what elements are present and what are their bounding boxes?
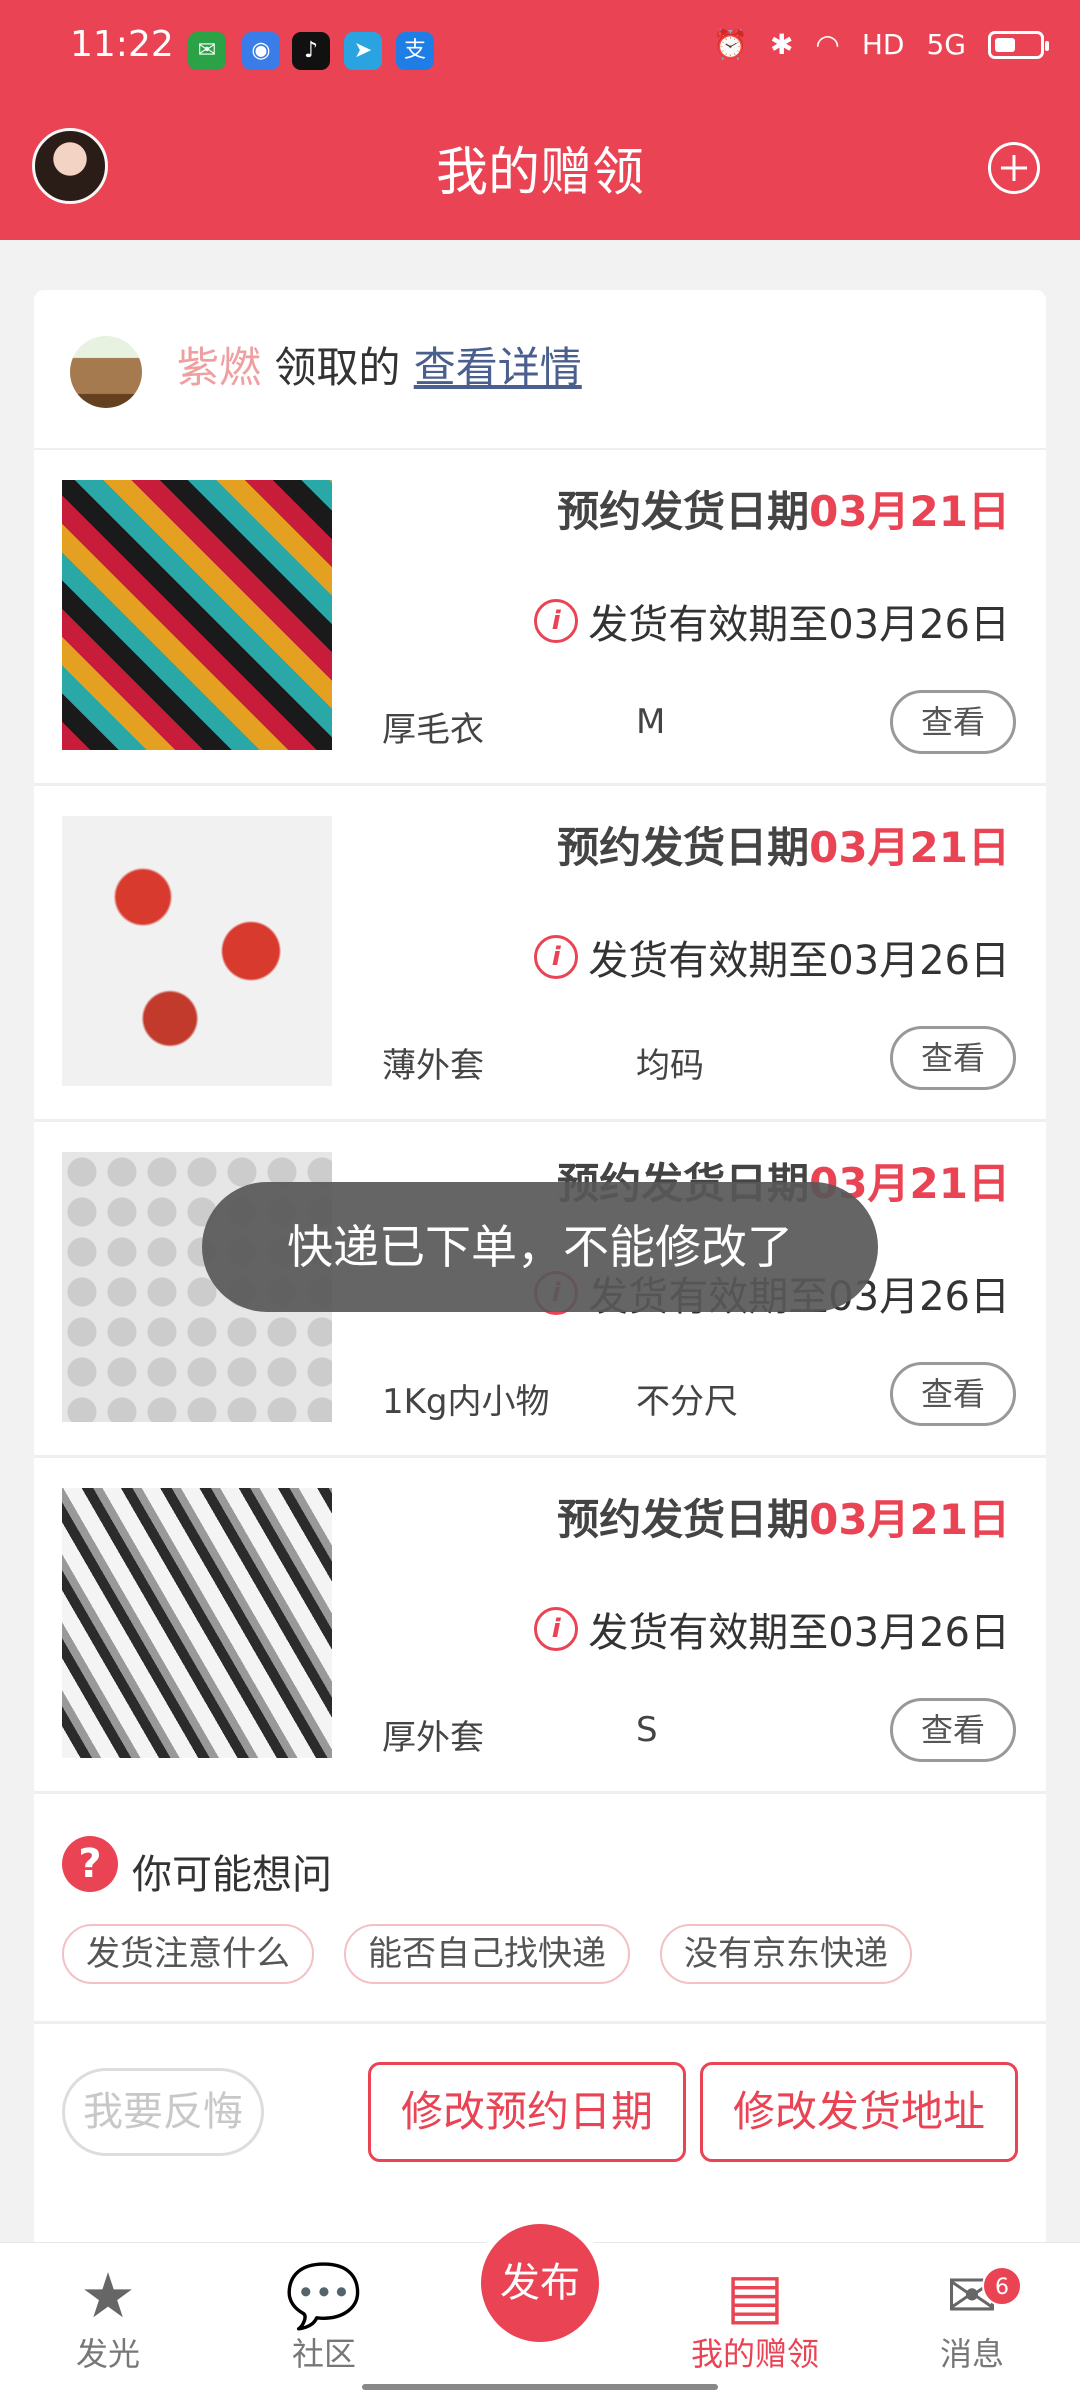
app-header: 11:22 ✉ ◉ ♪ ➤ 支 ⏰ ✱ ◠ HD 5G 我的赠领 — [0, 0, 1080, 240]
nav-label: 社区 — [291, 2335, 356, 2373]
ship-date-label: 预约发货日期 — [557, 823, 810, 872]
nav-item-faguang[interactable]: ★ 发光 — [18, 2263, 198, 2375]
giver-name[interactable]: 紫燃 — [177, 343, 261, 392]
faq-section: ? 你可能想问 发货注意什么 能否自己找快递 没有京东快递 — [34, 1794, 1046, 2024]
baidu-icon: ◉ — [242, 32, 280, 70]
gift-item: 预约发货日期03月21日 i 发货有效期至03月26日 厚毛衣 M 查看 — [34, 450, 1046, 786]
faq-tag[interactable]: 能否自己找快递 — [344, 1924, 630, 1984]
valid-until-line: i 发货有效期至03月26日 — [534, 592, 1010, 650]
valid-until-text: 发货有效期至03月26日 — [588, 1610, 1010, 1656]
giver-avatar[interactable] — [70, 336, 142, 408]
home-indicator[interactable] — [362, 2384, 718, 2390]
item-name: 1Kg内小物 — [382, 1382, 550, 1422]
item-name: 厚毛衣 — [382, 710, 484, 750]
info-icon: i — [534, 935, 579, 979]
item-size: 均码 — [636, 1046, 704, 1086]
nav-item-community[interactable]: 💬 社区 — [234, 2263, 414, 2375]
tiktok-icon: ♪ — [292, 32, 330, 70]
toast-message: 快递已下单，不能修改了 — [202, 1182, 878, 1312]
item-photo[interactable] — [62, 816, 332, 1086]
item-name: 薄外套 — [382, 1046, 484, 1086]
regret-button[interactable]: 我要反悔 — [62, 2068, 264, 2156]
ship-date-label: 预约发货日期 — [557, 1495, 810, 1544]
faq-tag[interactable]: 没有京东快递 — [660, 1924, 912, 1984]
view-button[interactable]: 查看 — [890, 690, 1016, 754]
chat-icon: 💬 — [285, 2259, 363, 2332]
mail-icon: ✉ — [946, 2259, 998, 2332]
nav-item-my-gifts[interactable]: ▤ 我的赠领 — [665, 2263, 845, 2375]
telegram-icon: ➤ — [344, 32, 382, 70]
status-icons: ⏰ ✱ ◠ HD 5G — [713, 28, 1049, 61]
valid-until-text: 发货有效期至03月26日 — [588, 602, 1010, 648]
page-title: 我的赠领 — [435, 143, 644, 203]
ship-date-value: 03月21日 — [809, 823, 1010, 872]
valid-until-line: i 发货有效期至03月26日 — [534, 1600, 1010, 1658]
item-size: S — [636, 1710, 658, 1750]
item-size: M — [636, 702, 666, 742]
add-button[interactable] — [988, 142, 1040, 194]
nav-label: 发光 — [75, 2335, 140, 2373]
valid-until-text: 发货有效期至03月26日 — [588, 938, 1010, 984]
info-icon: i — [534, 1607, 579, 1651]
status-time: 11:22 — [70, 24, 174, 65]
hd-icon: HD — [861, 28, 905, 61]
info-icon: i — [534, 599, 579, 643]
faq-title: 你可能想问 — [132, 1852, 332, 1898]
nav-label: 我的赠领 — [690, 2335, 819, 2373]
wifi-icon: ◠ — [815, 28, 840, 61]
view-button[interactable]: 查看 — [890, 1362, 1016, 1426]
gift-box-icon: ▤ — [725, 2259, 785, 2332]
publish-button[interactable]: 发布 — [481, 2224, 599, 2342]
item-name: 厚外套 — [382, 1718, 484, 1758]
action-bar: 我要反悔 修改预约日期 修改发货地址 — [34, 2024, 1046, 2189]
item-size: 不分尺 — [636, 1382, 738, 1422]
wechat-icon: ✉ — [188, 32, 226, 70]
faq-tag[interactable]: 发货注意什么 — [62, 1924, 314, 1984]
view-button[interactable]: 查看 — [890, 1026, 1016, 1090]
ship-date-line: 预约发货日期03月21日 — [557, 1486, 1010, 1547]
view-button[interactable]: 查看 — [890, 1698, 1016, 1762]
change-date-button[interactable]: 修改预约日期 — [368, 2062, 686, 2162]
question-icon: ? — [62, 1836, 118, 1892]
star-icon: ★ — [80, 2259, 136, 2332]
ship-date-line: 预约发货日期03月21日 — [557, 478, 1010, 539]
item-photo[interactable] — [62, 1488, 332, 1758]
ship-date-value: 03月21日 — [809, 1495, 1010, 1544]
5g-signal-icon: 5G — [926, 28, 966, 61]
card-header-text: 紫燃 领取的 查看详情 — [177, 334, 582, 395]
item-photo[interactable] — [62, 480, 332, 750]
giver-verb: 领取的 — [274, 343, 401, 392]
bluetooth-icon: ✱ — [769, 28, 794, 61]
nav-label: 消息 — [939, 2335, 1004, 2373]
nav-item-messages[interactable]: ✉ 消息 — [882, 2263, 1062, 2375]
message-badge: 6 — [982, 2266, 1022, 2306]
ship-date-line: 预约发货日期03月21日 — [557, 814, 1010, 875]
battery-icon — [988, 30, 1049, 59]
status-bar: 11:22 ✉ ◉ ♪ ➤ 支 ⏰ ✱ ◠ HD 5G — [0, 0, 1080, 96]
ship-date-value: 03月21日 — [809, 487, 1010, 536]
change-address-button[interactable]: 修改发货地址 — [700, 2062, 1018, 2162]
card-header: 紫燃 领取的 查看详情 — [34, 290, 1046, 450]
ship-date-label: 预约发货日期 — [557, 487, 810, 536]
alarm-icon: ⏰ — [713, 28, 748, 61]
valid-until-line: i 发货有效期至03月26日 — [534, 928, 1010, 986]
gift-item: 预约发货日期03月21日 i 发货有效期至03月26日 厚外套 S 查看 — [34, 1458, 1046, 1794]
faq-tags: 发货注意什么 能否自己找快递 没有京东快递 — [62, 1924, 912, 1984]
alipay-icon: 支 — [396, 32, 434, 70]
view-details-link[interactable]: 查看详情 — [414, 343, 582, 392]
gift-item: 预约发货日期03月21日 i 发货有效期至03月26日 薄外套 均码 查看 — [34, 786, 1046, 1122]
